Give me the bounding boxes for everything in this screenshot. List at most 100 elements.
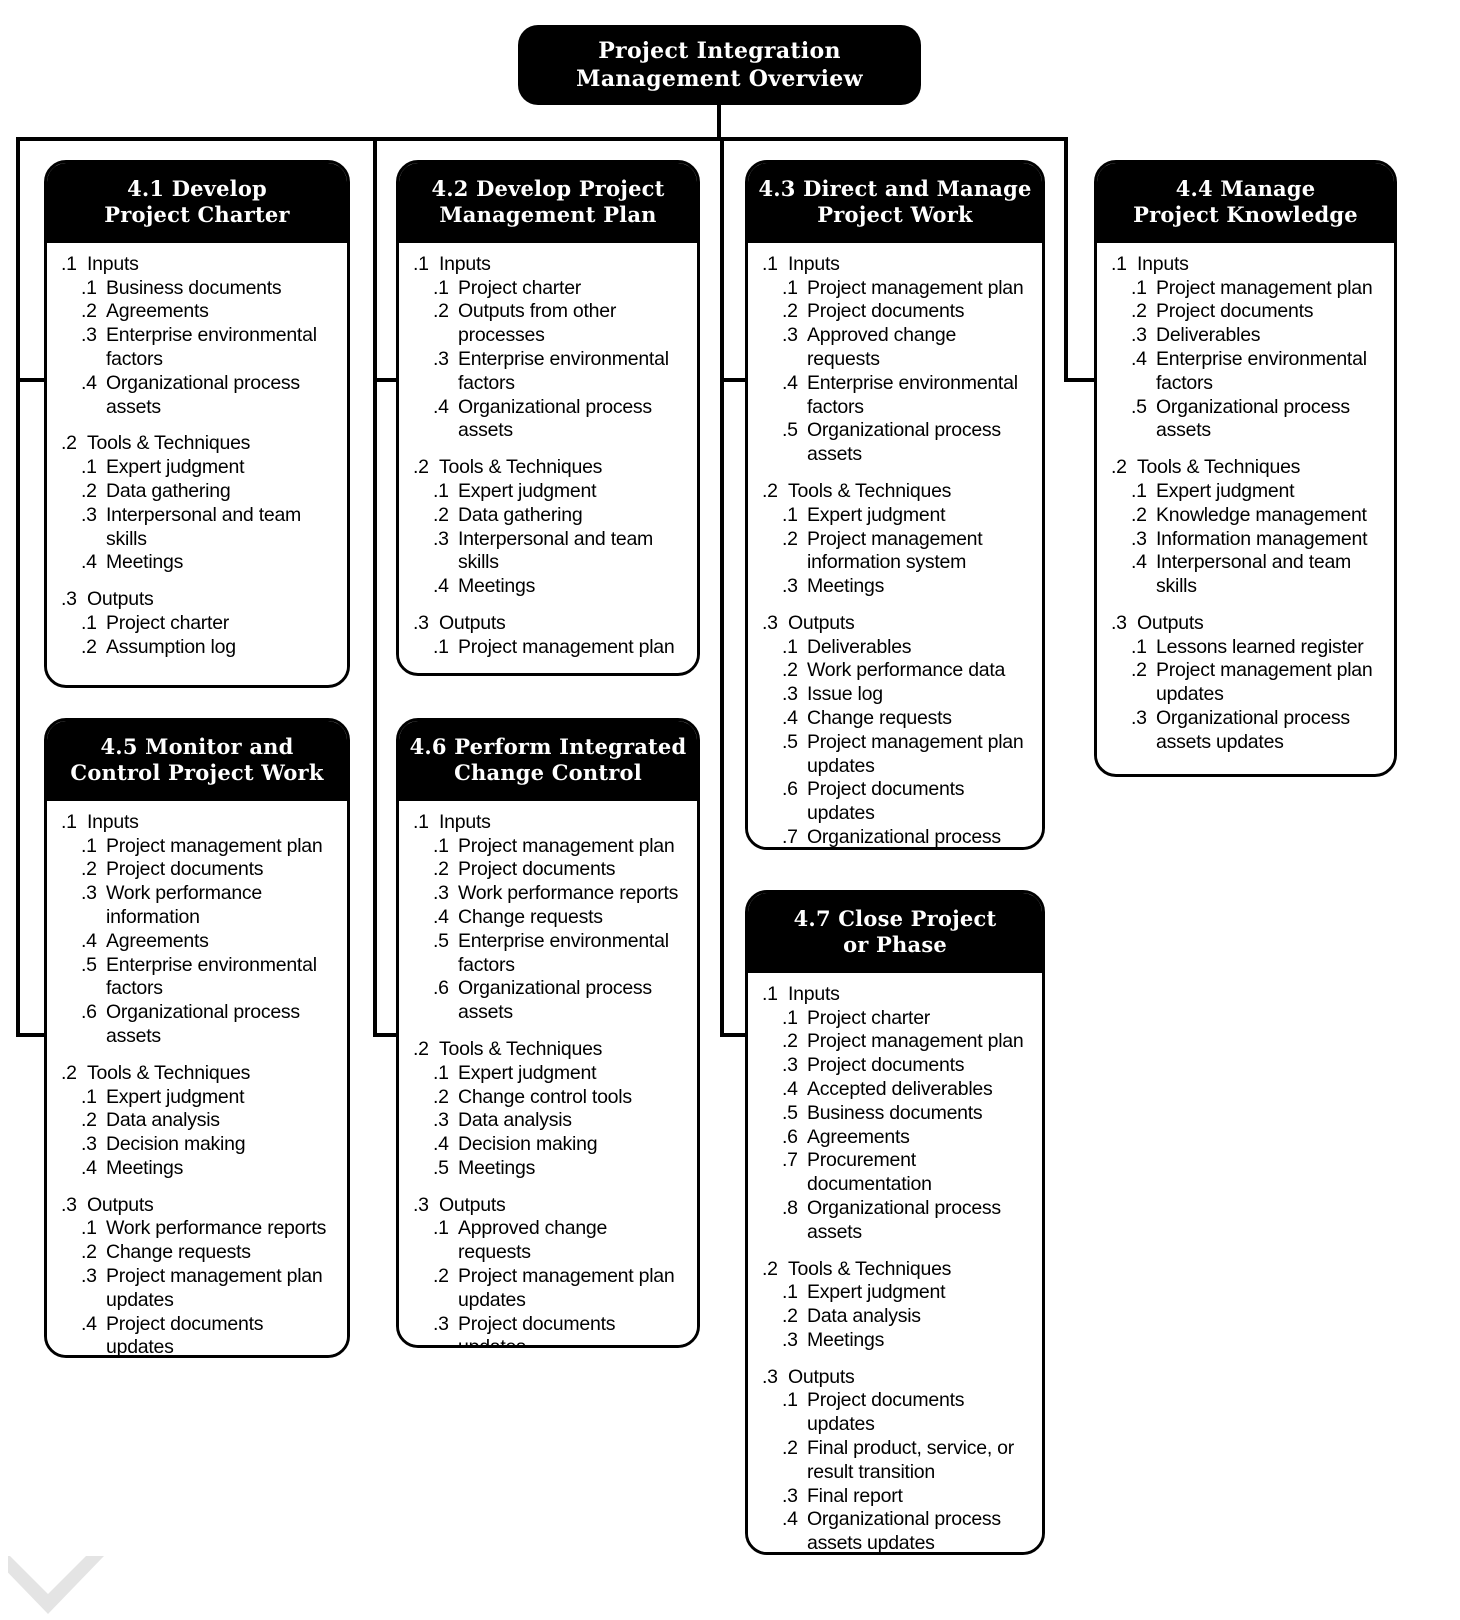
list-item: .3 Project documents updates — [413, 1312, 685, 1348]
item-number: .6 — [433, 977, 449, 1000]
section-heading: .3 Outputs — [762, 1366, 1030, 1390]
item-label: Expert judgment — [807, 503, 946, 526]
item-number: .1 — [782, 1281, 798, 1304]
section-label: Inputs — [439, 252, 491, 275]
section-heading: .1 Inputs — [61, 253, 335, 277]
list-item: .6 Project documents updates — [762, 778, 1030, 826]
section-heading: .2 Tools & Techniques — [61, 432, 335, 456]
item-label: Decision making — [106, 1133, 246, 1156]
process-box-4-5[interactable]: 4.5 Monitor and Control Project Work .1 Inp… — [44, 718, 350, 1358]
process-box-4-6[interactable]: 4.6 Perform Integrated Change Control .1 In… — [396, 718, 700, 1348]
process-section: .3 Outputs .1 Deliverables .2 Work performanc… — [762, 612, 1030, 848]
list-item: .2 Project documents — [413, 858, 685, 882]
item-number: .3 — [81, 1264, 97, 1287]
item-number: .2 — [782, 300, 798, 323]
item-label: Business documents — [106, 276, 282, 299]
section-heading: .2 Tools & Techniques — [61, 1062, 335, 1086]
process-section: .1 Inputs .1 Project management plan .2 Proje… — [61, 811, 335, 1049]
item-number: .3 — [433, 882, 449, 905]
section-number: .3 — [1111, 611, 1127, 634]
item-number: .1 — [782, 503, 798, 526]
section-heading: .3 Outputs — [413, 1194, 685, 1218]
item-label: Project charter — [458, 276, 582, 299]
section-number: .3 — [61, 1193, 77, 1216]
section-label: Inputs — [788, 252, 840, 275]
item-number: .1 — [81, 611, 97, 634]
item-number: .1 — [81, 834, 97, 857]
item-number: .1 — [433, 276, 449, 299]
list-item: .4 Change requests — [413, 906, 685, 930]
process-header-4-1: 4.1 Develop Project Charter — [47, 163, 347, 243]
process-section: .3 Outputs .1 Project management plan — [413, 612, 685, 660]
item-number: .8 — [782, 1196, 798, 1219]
list-item: .1 Project documents updates — [762, 1389, 1030, 1437]
list-item: .5 Business documents — [762, 1102, 1030, 1126]
list-item: .1 Project management plan — [1111, 277, 1382, 301]
list-item: .6 Organizational process assets — [413, 977, 685, 1025]
process-box-4-7[interactable]: 4.7 Close Project or Phase .1 Inputs .1 Proje… — [745, 890, 1045, 1555]
item-number: .1 — [1131, 276, 1147, 299]
list-item: .3 Work performance information — [61, 882, 335, 930]
item-number: .2 — [782, 1030, 798, 1053]
item-label: Enterprise environmental factors — [106, 953, 317, 1000]
section-label: Tools & Techniques — [1137, 456, 1301, 479]
item-label: Project charter — [106, 611, 230, 634]
item-number: .4 — [81, 1156, 97, 1179]
process-body-4-6: .1 Inputs .1 Project management plan .2 Proje… — [399, 800, 697, 1348]
process-box-4-2[interactable]: 4.2 Develop Project Management Plan .1 Inpu… — [396, 160, 700, 676]
list-item: .1 Expert judgment — [762, 1281, 1030, 1305]
process-body-4-2: .1 Inputs .1 Project charter .2 Outputs from … — [399, 242, 697, 672]
item-label: Expert judgment — [106, 1085, 245, 1108]
section-number: .3 — [61, 588, 77, 611]
list-item: .1 Lessons learned register — [1111, 636, 1382, 660]
list-item: .2 Change control tools — [413, 1086, 685, 1110]
item-number: .4 — [1131, 551, 1147, 574]
process-title-line2: Management Plan — [439, 202, 657, 228]
process-body-4-5: .1 Inputs .1 Project management plan .2 Proje… — [47, 800, 347, 1358]
section-label: Tools & Techniques — [439, 1037, 603, 1060]
section-number: .3 — [413, 1193, 429, 1216]
item-number: .3 — [1131, 527, 1147, 550]
item-number: .1 — [782, 635, 798, 658]
item-number: .2 — [81, 1109, 97, 1132]
item-number: .2 — [81, 300, 97, 323]
process-box-4-1[interactable]: 4.1 Develop Project Charter .1 Inputs .1 Busi… — [44, 160, 350, 688]
list-item: .3 Meetings — [762, 1329, 1030, 1353]
list-item: .2 Work performance data — [762, 659, 1030, 683]
item-label: Project management plan — [106, 834, 323, 857]
section-heading: .2 Tools & Techniques — [1111, 456, 1382, 480]
item-label: Project management plan — [458, 635, 675, 658]
item-label: Organizational process assets updates — [1156, 706, 1350, 753]
item-number: .7 — [782, 1149, 798, 1172]
list-item: .1 Project management plan — [762, 277, 1030, 301]
item-number: .2 — [433, 300, 449, 323]
item-label: Project documents updates — [458, 1312, 616, 1348]
process-box-4-3[interactable]: 4.3 Direct and Manage Project Work .1 Input… — [745, 160, 1045, 850]
process-section: .1 Inputs .1 Project charter .2 Outputs from … — [413, 253, 685, 443]
item-number: .3 — [81, 324, 97, 347]
list-item: .1 Expert judgment — [61, 1086, 335, 1110]
list-item: .4 Meetings — [413, 575, 685, 599]
list-item: .6 Agreements — [762, 1126, 1030, 1150]
item-label: Data gathering — [458, 503, 583, 526]
list-item: .1 Project charter — [413, 277, 685, 301]
list-item: .3 Meetings — [762, 575, 1030, 599]
item-label: Organizational process assets updates — [807, 1508, 1001, 1555]
section-label: Outputs — [1137, 611, 1204, 634]
section-label: Tools & Techniques — [788, 1257, 952, 1280]
item-number: .3 — [782, 1484, 798, 1507]
list-item: .4 Agreements — [61, 930, 335, 954]
item-label: Project management plan updates — [807, 730, 1024, 777]
item-label: Project documents updates — [106, 1312, 264, 1358]
item-label: Data gathering — [106, 479, 231, 502]
list-item: .1 Work performance reports — [61, 1217, 335, 1241]
item-label: Change control tools — [458, 1085, 632, 1108]
list-item: .2 Project documents — [762, 300, 1030, 324]
item-label: Project management information system — [807, 527, 983, 574]
item-number: .6 — [782, 778, 798, 801]
item-label: Organizational process assets updates — [807, 825, 1001, 848]
section-number: .1 — [413, 252, 429, 275]
list-item: .3 Final report — [762, 1485, 1030, 1509]
process-box-4-4[interactable]: 4.4 Manage Project Knowledge .1 Inputs .1 Pro… — [1094, 160, 1397, 777]
process-title-line1: 4.5 Monitor and — [100, 734, 294, 759]
